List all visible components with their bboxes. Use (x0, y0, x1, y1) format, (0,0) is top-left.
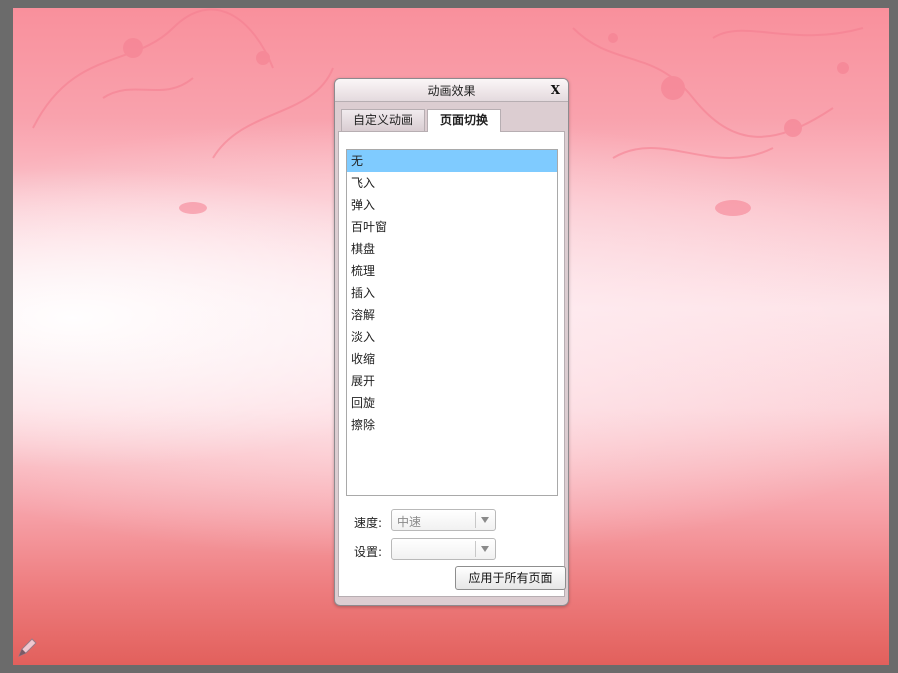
tab-panel: 无飞入 弹入 百叶窗 棋盘 梳理 插入 溶解 淡入 收缩 展开 回旋 擦除 速度: 中速 设置: 应用… (338, 131, 566, 597)
list-item[interactable]: 溶解 (347, 304, 557, 326)
chevron-down-icon[interactable] (475, 512, 495, 528)
tab-custom-animation[interactable]: 自定义动画 (341, 109, 425, 131)
list-item[interactable]: 回旋 (347, 392, 557, 414)
apply-to-all-pages-button[interactable]: 应用于所有页面 (455, 566, 566, 590)
list-item[interactable]: 棋盘 (347, 238, 557, 260)
list-item[interactable]: 飞入 (347, 172, 557, 194)
dialog-titlebar[interactable]: 动画效果 X (335, 79, 568, 102)
dialog-title: 动画效果 (427, 84, 476, 98)
list-item[interactable]: 无 (347, 150, 557, 172)
list-item[interactable]: 淡入 (347, 326, 557, 348)
list-item[interactable]: 插入 (347, 282, 557, 304)
speed-select[interactable]: 中速 (391, 509, 496, 531)
settings-select[interactable] (391, 538, 496, 560)
chevron-down-icon[interactable] (475, 541, 495, 557)
pen-icon[interactable] (16, 637, 38, 659)
tab-page-transition[interactable]: 页面切换 (427, 109, 501, 132)
list-item[interactable]: 梳理 (347, 260, 557, 282)
list-item[interactable]: 弹入 (347, 194, 557, 216)
list-item[interactable]: 展开 (347, 370, 557, 392)
speed-label: 速度: (354, 516, 383, 530)
list-item[interactable]: 收缩 (347, 348, 557, 370)
animation-effects-dialog: 动画效果 X 自定义动画 页面切换 无飞入 弹入 百叶窗 棋盘 梳理 插入 溶解 淡入 收缩 展开… (334, 78, 569, 606)
settings-label: 设置: (354, 545, 383, 559)
close-button[interactable]: X (551, 83, 560, 97)
speed-value: 中速 (397, 515, 422, 529)
transition-list[interactable]: 无飞入 弹入 百叶窗 棋盘 梳理 插入 溶解 淡入 收缩 展开 回旋 擦除 (346, 149, 558, 496)
list-item[interactable]: 擦除 (347, 414, 557, 436)
list-item[interactable]: 百叶窗 (347, 216, 557, 238)
